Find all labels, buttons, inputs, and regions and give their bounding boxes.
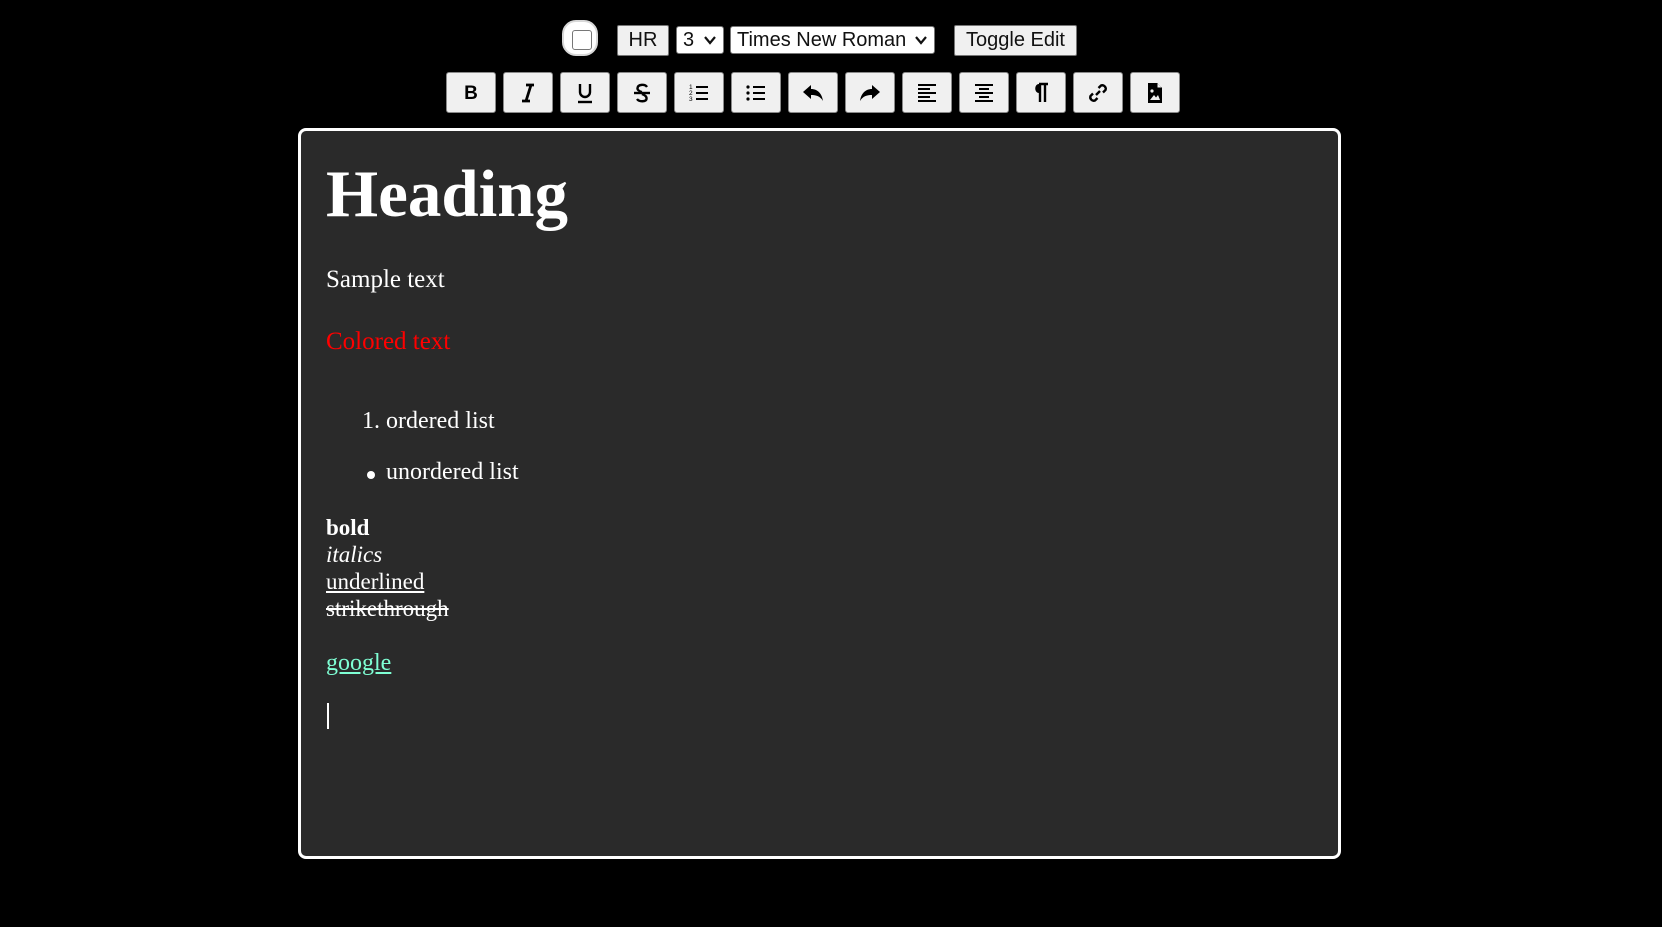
italic-button[interactable]	[503, 72, 553, 113]
editor-heading: Heading	[326, 157, 568, 231]
link-button[interactable]	[1073, 72, 1123, 113]
colored-text: Colored text	[326, 328, 451, 355]
insert-image-button[interactable]	[1130, 72, 1180, 113]
bold-button[interactable]: B	[446, 72, 496, 113]
link-icon	[1089, 83, 1107, 102]
strikethrough-button[interactable]	[617, 72, 667, 113]
redo-icon	[860, 84, 880, 101]
unordered-list-icon	[746, 84, 765, 101]
italic-text: italics	[326, 542, 383, 567]
unordered-list-button[interactable]	[731, 72, 781, 113]
chevron-down-icon	[915, 36, 927, 45]
toggle-edit-button[interactable]: Toggle Edit	[954, 25, 1077, 56]
editor-area[interactable]: Heading Sample text Colored text 1. orde…	[298, 128, 1341, 859]
redo-button[interactable]	[845, 72, 895, 113]
heading-level-value: 3	[683, 28, 695, 51]
paragraph-icon	[1035, 82, 1048, 102]
font-family-select[interactable]: Times New Roman	[730, 26, 935, 54]
svg-text:3: 3	[689, 96, 693, 103]
text-cursor	[327, 703, 329, 729]
color-picker[interactable]	[562, 20, 598, 56]
bold-text: bold	[326, 515, 370, 540]
ordered-list-icon: 123	[689, 84, 708, 103]
chevron-down-icon	[704, 36, 716, 45]
top-controls: HR 3 Times New Roman Toggle Edit	[0, 20, 1662, 60]
google-link[interactable]: google	[326, 650, 391, 677]
undo-button[interactable]	[788, 72, 838, 113]
ordered-list-number: 1.	[362, 408, 380, 434]
font-family-value: Times New Roman	[737, 28, 907, 51]
hr-button[interactable]: HR	[617, 25, 669, 56]
bullet-icon	[367, 471, 375, 479]
undo-icon	[803, 84, 823, 101]
underline-button[interactable]	[560, 72, 610, 113]
paragraph-button[interactable]	[1016, 72, 1066, 113]
align-center-icon	[975, 83, 993, 102]
align-left-button[interactable]	[902, 72, 952, 113]
ordered-list-item: ordered list	[386, 408, 495, 434]
unordered-list-item: unordered list	[386, 459, 519, 485]
underlined-text: underlined	[326, 569, 425, 594]
bold-icon: B	[464, 83, 478, 104]
underline-icon	[578, 83, 592, 103]
sample-text: Sample text	[326, 266, 445, 293]
italic-icon	[522, 83, 534, 102]
strikethrough-icon	[634, 83, 650, 102]
svg-text:B: B	[464, 83, 478, 104]
align-center-button[interactable]	[959, 72, 1009, 113]
color-swatch-icon	[572, 30, 592, 50]
ordered-list-button[interactable]: 123	[674, 72, 724, 113]
file-image-icon	[1148, 82, 1162, 103]
heading-level-select[interactable]: 3	[676, 26, 724, 54]
align-left-icon	[918, 83, 936, 102]
strikethrough-text: strikethrough	[326, 596, 449, 621]
